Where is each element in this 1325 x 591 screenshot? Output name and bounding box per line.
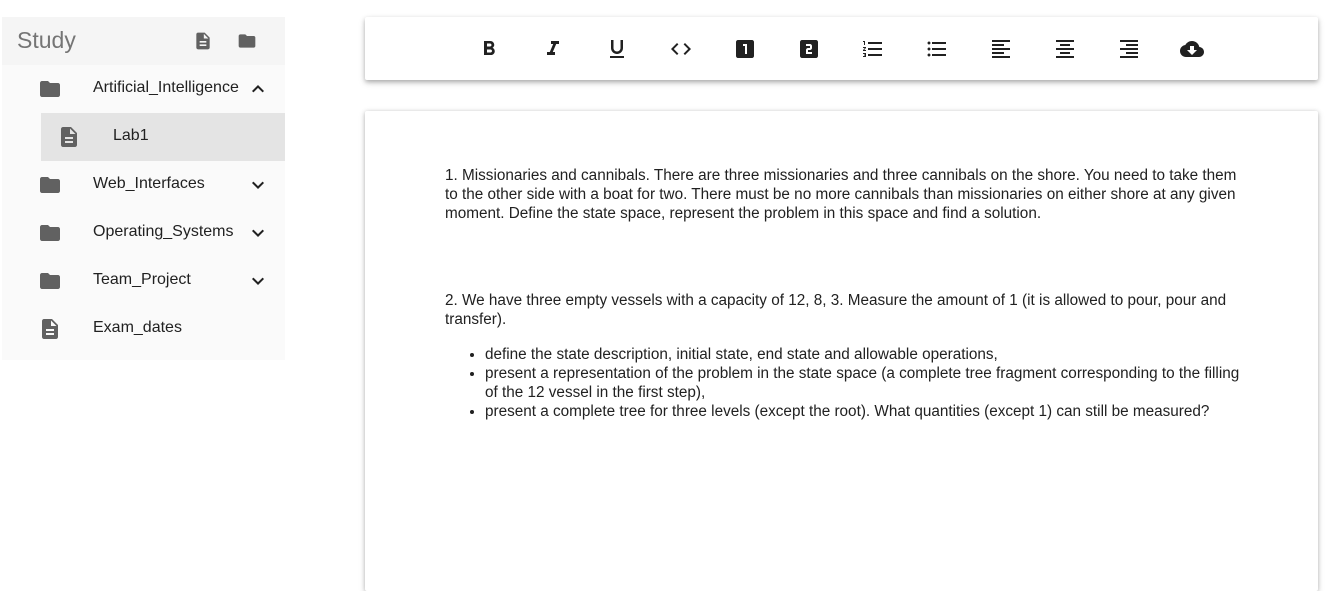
chevron-down-icon[interactable] xyxy=(246,173,270,197)
sidebar-item-web-interfaces[interactable]: Web_Interfaces xyxy=(2,161,285,209)
folder-icon xyxy=(38,269,62,293)
new-folder-icon[interactable] xyxy=(237,31,257,51)
heading-1-icon[interactable] xyxy=(733,37,757,61)
sidebar-item-exam-dates[interactable]: Exam_dates xyxy=(2,305,285,353)
heading-2-icon[interactable] xyxy=(797,37,821,61)
code-icon[interactable] xyxy=(669,37,693,61)
sidebar-item-label: Web_Interfaces xyxy=(93,175,205,192)
underline-icon[interactable] xyxy=(605,37,629,61)
folder-icon xyxy=(38,173,62,197)
folder-icon xyxy=(38,221,62,245)
sidebar-item-label: Team_Project xyxy=(93,271,191,288)
align-right-icon[interactable] xyxy=(1117,37,1141,61)
paragraph-2: 2. We have three empty vessels with a ca… xyxy=(445,292,1227,328)
sidebar-item-artificial-intelligence[interactable]: Artificial_Intelligence xyxy=(2,65,285,113)
bullet-list: define the state description, initial st… xyxy=(445,345,1240,421)
notebook-title: Study xyxy=(17,27,76,53)
list-item: present a complete tree for three levels… xyxy=(485,402,1240,421)
align-center-icon[interactable] xyxy=(1053,37,1077,61)
bulleted-list-icon[interactable] xyxy=(925,37,949,61)
numbered-list-icon[interactable] xyxy=(861,37,885,61)
folder-icon xyxy=(38,77,62,101)
sidebar-item-label: Artificial_Intelligence xyxy=(93,79,239,96)
sidebar-item-label: Lab1 xyxy=(113,127,149,144)
italic-icon[interactable] xyxy=(541,37,565,61)
sidebar-header: Study xyxy=(2,17,285,65)
chevron-up-icon[interactable] xyxy=(246,77,270,101)
sidebar: Study Artificial_Intelligence Lab1 Web_I… xyxy=(2,17,285,360)
list-item: define the state description, initial st… xyxy=(485,345,1240,364)
new-file-icon[interactable] xyxy=(193,31,213,51)
sidebar-item-lab1[interactable]: Lab1 xyxy=(41,113,285,161)
sidebar-item-operating-systems[interactable]: Operating_Systems xyxy=(2,209,285,257)
file-icon xyxy=(57,125,81,149)
chevron-down-icon[interactable] xyxy=(246,221,270,245)
editor-panel[interactable]: 1. Missionaries and cannibals. There are… xyxy=(365,111,1318,591)
sidebar-item-label: Exam_dates xyxy=(93,319,182,336)
formatting-toolbar xyxy=(365,17,1318,80)
file-icon xyxy=(38,317,62,341)
bold-icon[interactable] xyxy=(477,37,501,61)
chevron-down-icon[interactable] xyxy=(246,269,270,293)
sidebar-item-team-project[interactable]: Team_Project xyxy=(2,257,285,305)
cloud-download-icon[interactable] xyxy=(1180,37,1204,61)
list-item: present a representation of the problem … xyxy=(485,364,1240,402)
align-left-icon[interactable] xyxy=(989,37,1013,61)
paragraph-1: 1. Missionaries and cannibals. There are… xyxy=(445,167,1237,222)
editor-content[interactable]: 1. Missionaries and cannibals. There are… xyxy=(445,166,1240,421)
sidebar-item-label: Operating_Systems xyxy=(93,223,234,240)
